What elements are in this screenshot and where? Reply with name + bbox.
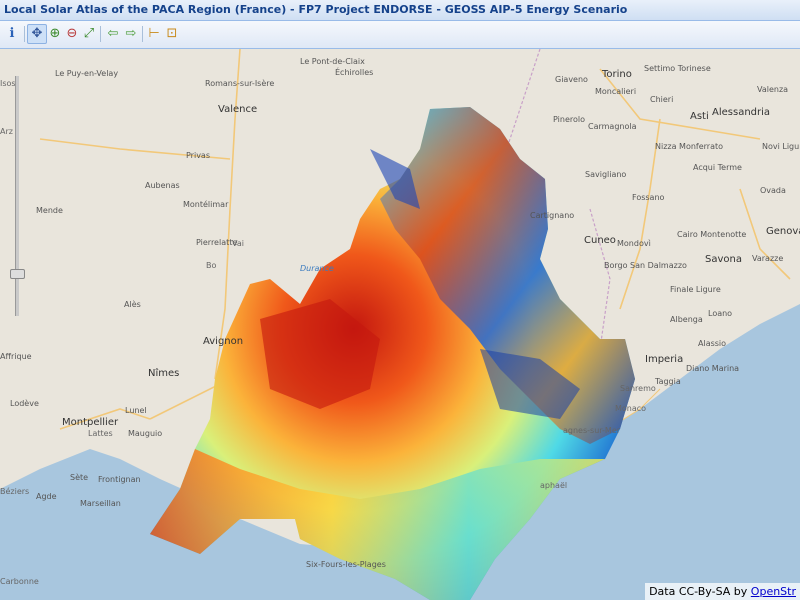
city-label: Chieri [650, 95, 674, 104]
partial-label: Vai [232, 239, 244, 248]
city-label: Agde [36, 492, 57, 501]
city-label: Cuneo [584, 235, 616, 246]
city-label: Ovada [760, 186, 786, 195]
attribution-text: Data CC-By-SA by [649, 585, 751, 598]
city-label: Savona [705, 254, 742, 265]
city-label: Affrique [0, 352, 32, 361]
back-icon[interactable]: ⇦ [104, 25, 122, 43]
city-label: Frontignan [98, 475, 141, 484]
zoom-in-icon[interactable]: ⊕ [46, 25, 64, 43]
toolbar-separator [24, 26, 25, 42]
city-label: Valence [218, 104, 258, 115]
city-label: Taggia [655, 377, 681, 386]
zoom-handle[interactable] [10, 268, 25, 279]
city-label: Sète [70, 473, 89, 482]
city-label: Échirolles [335, 68, 374, 77]
city-label: Carmagnola [588, 122, 637, 131]
city-label: Romans-sur-Isère [205, 79, 275, 88]
city-label: Alessandria [712, 107, 771, 118]
partial-label: Béziers [0, 487, 30, 496]
map-attribution: Data CC-By-SA by OpenStr [645, 583, 800, 600]
partial-label: agnes-sur-Mer [563, 426, 621, 435]
zoom-track[interactable] [15, 76, 19, 316]
city-label: Cartignano [530, 211, 575, 220]
city-label: Avignon [203, 336, 244, 347]
window-title: Local Solar Atlas of the PACA Region (Fr… [4, 3, 628, 16]
city-label: Pinerolo [553, 115, 585, 124]
zoom-slider[interactable] [10, 64, 25, 324]
measure-area-icon[interactable]: ⊡ [163, 25, 181, 43]
city-label: Finale Ligure [670, 285, 721, 294]
city-label: Novi Ligure [762, 142, 800, 151]
city-label: Nizza Monferrato [655, 142, 724, 151]
partial-label: Sanremo [620, 384, 656, 393]
city-label: Giaveno [555, 75, 588, 84]
partial-label: Bo [206, 261, 217, 270]
forward-icon[interactable]: ⇨ [122, 25, 140, 43]
zoom-extent-icon[interactable]: ⤢ [80, 25, 98, 43]
city-label: Alassio [698, 339, 727, 348]
city-label: Marseillan [80, 499, 121, 508]
city-label: Mauguio [128, 429, 163, 438]
city-label: Loano [708, 309, 733, 318]
city-label: Cairo Montenotte [677, 230, 747, 239]
partial-label: aphaël [540, 481, 568, 490]
city-label: Privas [186, 151, 210, 160]
city-label: Torino [602, 69, 632, 80]
city-label: Albenga [670, 315, 703, 324]
city-label: Lodève [10, 399, 39, 408]
city-label: Mende [36, 206, 63, 215]
city-label: Genova [766, 226, 800, 237]
city-label: Fossano [632, 193, 665, 202]
pan-icon[interactable]: ✥ [27, 24, 47, 44]
city-label: Alès [124, 300, 141, 309]
window-title-bar: Local Solar Atlas of the PACA Region (Fr… [0, 0, 800, 21]
city-label: Asti [690, 111, 709, 122]
city-label: Aubenas [145, 181, 180, 190]
city-label: Valenza [757, 85, 789, 94]
city-label: Le Puy-en-Velay [55, 69, 119, 78]
zoom-out-icon[interactable]: ⊖ [63, 25, 81, 43]
city-label: Acqui Terme [693, 163, 742, 172]
city-label: Settimo Torinese [644, 64, 711, 73]
city-label: Lunel [125, 406, 147, 415]
partial-label: Lattes [88, 429, 113, 438]
toolbar-separator [100, 26, 101, 42]
river-label: Durance [300, 264, 334, 273]
city-label: Montpellier [62, 417, 119, 428]
map-canvas [0, 49, 800, 600]
city-label: Mondovì [617, 239, 651, 248]
city-label: Savigliano [585, 170, 627, 179]
map-viewport[interactable]: Le Puy-en-Velay Romans-sur-Isère Le Pont… [0, 49, 800, 600]
city-label: Nîmes [148, 368, 180, 379]
city-label: Moncalieri [595, 87, 637, 96]
partial-label: Monaco [615, 404, 647, 413]
city-label: Borgo San Dalmazzo [604, 261, 687, 270]
city-label: Diano Marina [686, 364, 740, 373]
map-toolbar: ℹ ✥ ⊕ ⊖ ⤢ ⇦ ⇨ ⊢ ⊡ [0, 21, 800, 49]
info-icon[interactable]: ℹ [3, 25, 21, 43]
city-label: Six-Fours-les-Plages [306, 560, 386, 569]
city-label: Le Pont-de-Claix [300, 57, 365, 66]
city-label: Montélimar [183, 200, 229, 209]
measure-distance-icon[interactable]: ⊢ [145, 25, 163, 43]
city-label: Imperia [645, 354, 684, 365]
partial-label: Carbonne [0, 577, 39, 586]
toolbar-separator [142, 26, 143, 42]
city-label: Varazze [752, 254, 784, 263]
openstreetmap-link[interactable]: OpenStr [751, 585, 796, 598]
